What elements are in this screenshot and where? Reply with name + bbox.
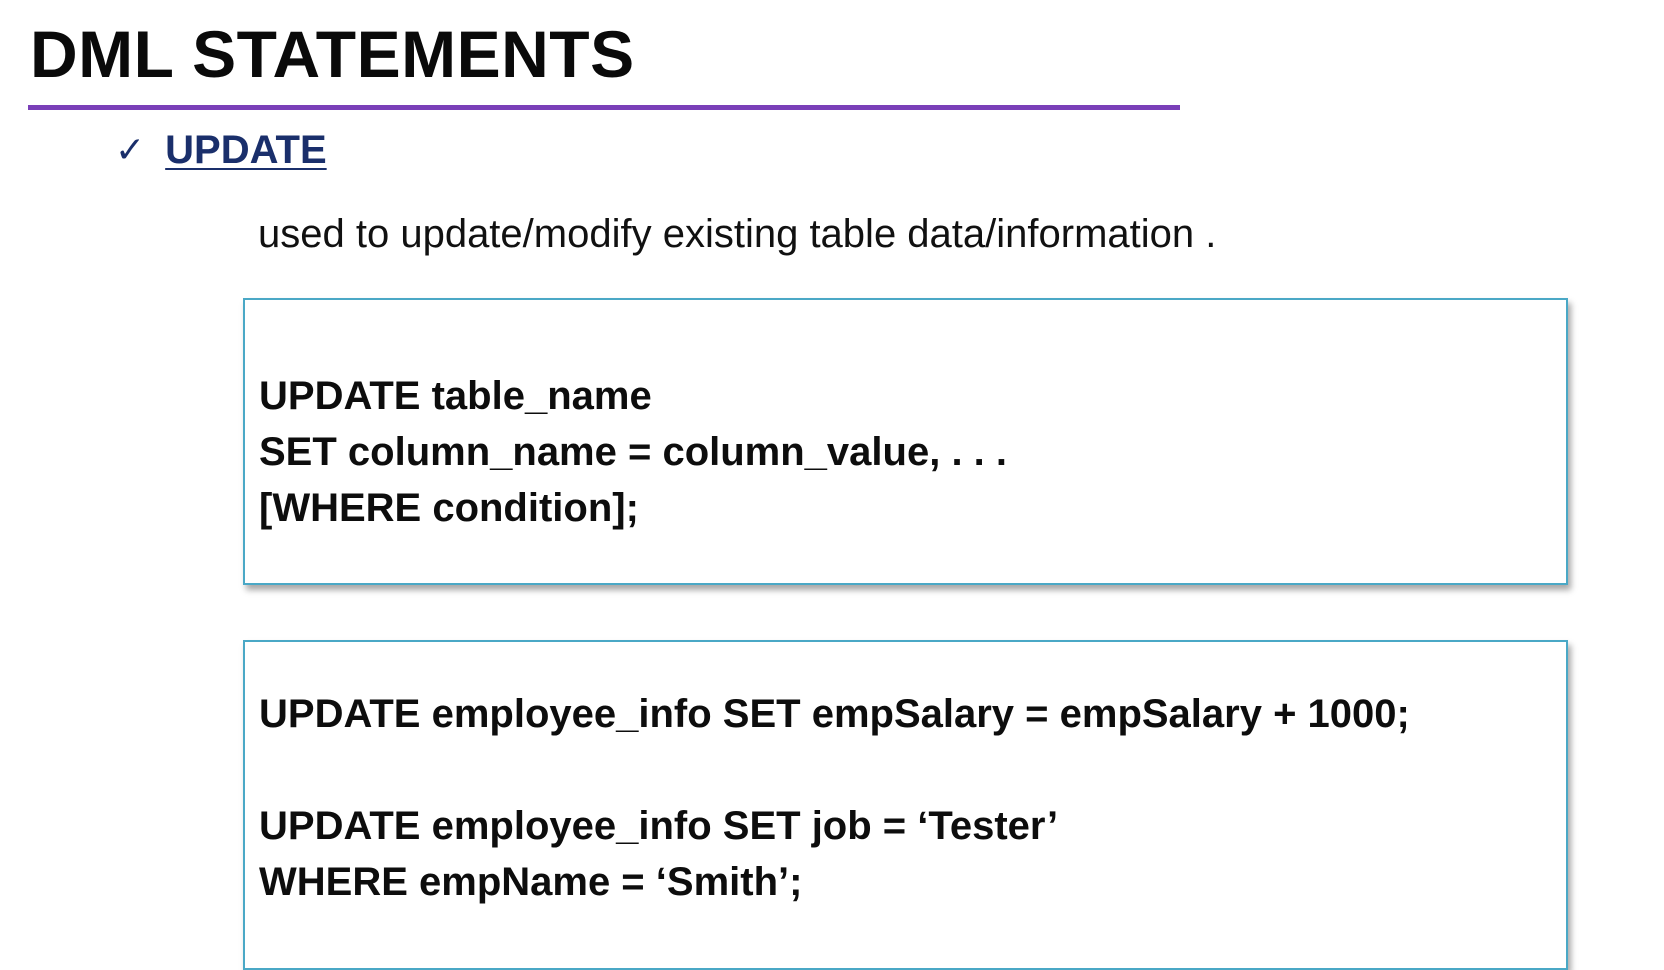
example-line: UPDATE employee_info SET empSalary = emp… bbox=[259, 692, 1410, 736]
bullet-update: ✓ UPDATE bbox=[115, 128, 327, 173]
slide-title: DML STATEMENTS bbox=[30, 17, 635, 91]
example-box: UPDATE employee_info SET empSalary = emp… bbox=[243, 640, 1568, 970]
syntax-line: SET column_name = column_value, . . . bbox=[259, 430, 1008, 474]
syntax-line: UPDATE table_name bbox=[259, 374, 652, 418]
checkmark-icon: ✓ bbox=[115, 129, 146, 171]
syntax-line: [WHERE condition]; bbox=[259, 486, 639, 530]
title-underline-rule bbox=[28, 105, 1180, 110]
line-spacer bbox=[259, 742, 1566, 798]
update-description: used to update/modify existing table dat… bbox=[258, 212, 1217, 256]
example-line: UPDATE employee_info SET job = ‘Tester’ bbox=[259, 804, 1059, 848]
example-line: WHERE empName = ‘Smith’; bbox=[259, 860, 803, 904]
syntax-box: UPDATE table_name SET column_name = colu… bbox=[243, 298, 1568, 585]
bullet-label: UPDATE bbox=[165, 128, 327, 172]
